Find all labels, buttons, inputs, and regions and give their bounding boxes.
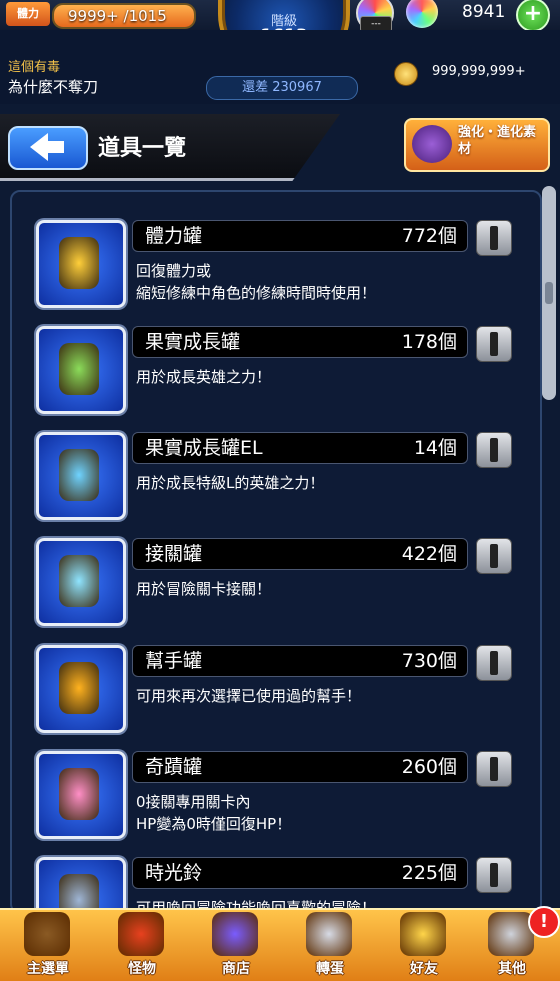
list-item[interactable]: 果實成長罐EL 14個 用於成長特級L的英雄之力！: [22, 430, 522, 530]
rank-remaining: 還差 230967: [206, 76, 358, 100]
nav-item-1[interactable]: 怪物: [96, 908, 188, 979]
item-info-button[interactable]: [476, 857, 512, 893]
user-name: 為什麼不奪刀: [8, 78, 99, 96]
stamina-bar[interactable]: 9999+ /1015: [52, 3, 196, 29]
item-name: 果實成長罐EL: [145, 437, 263, 459]
evolution-materials-label: 強化・進化素材: [458, 125, 537, 157]
other-icon: [488, 912, 534, 956]
page-title: 道具一覽: [98, 136, 187, 161]
nav-item-0[interactable]: 主選單: [2, 908, 94, 979]
item-info-button[interactable]: [476, 432, 512, 468]
info-icon: [490, 438, 498, 462]
orb-icon: [212, 912, 258, 956]
item-count: 772個: [401, 225, 457, 247]
item-icon: [59, 343, 99, 395]
item-name-bar: 果實成長罐EL 14個: [132, 432, 468, 464]
item-count: 422個: [401, 543, 457, 565]
item-name-bar: 體力罐 772個: [132, 220, 468, 252]
orb-count: 8941: [462, 2, 506, 22]
item-icon: [59, 237, 99, 289]
item-name-bar: 奇蹟罐 260個: [132, 751, 468, 783]
list-item[interactable]: 幫手罐 730個 可用來再次選擇已使用過的幫手！: [22, 643, 522, 743]
list-item[interactable]: 奇蹟罐 260個 0接關專用關卡內 HP變為0時僅回復HP！: [22, 749, 522, 849]
item-count: 14個: [413, 437, 457, 459]
item-icon: [59, 555, 99, 607]
item-description: 用於成長英雄之力！: [136, 368, 272, 386]
info-icon: [490, 332, 498, 356]
item-name-bar: 果實成長罐 178個: [132, 326, 468, 358]
item-count: 260個: [401, 756, 457, 778]
back-button[interactable]: [8, 126, 88, 170]
gacha-icon: [306, 912, 352, 956]
nav-label: 商店: [222, 961, 250, 977]
item-info-button[interactable]: [476, 645, 512, 681]
home-icon: [24, 912, 70, 956]
evolution-materials-button[interactable]: 強化・進化素材: [404, 118, 550, 172]
nav-label: 其他: [498, 961, 526, 977]
nav-item-4[interactable]: 好友: [378, 908, 470, 979]
item-name: 奇蹟罐: [145, 756, 203, 778]
item-icon: [59, 662, 99, 714]
list-item[interactable]: 果實成長罐 178個 用於成長英雄之力！: [22, 324, 522, 424]
nav-label: 轉蛋: [316, 961, 344, 977]
item-icon-frame[interactable]: [36, 645, 126, 733]
item-icon-frame[interactable]: [36, 326, 126, 414]
item-info-button[interactable]: [476, 326, 512, 362]
info-icon: [490, 863, 498, 887]
nav-label: 主選單: [27, 961, 69, 977]
item-name-bar: 接關罐 422個: [132, 538, 468, 570]
item-count: 178個: [401, 331, 457, 353]
friends-balloon-icon: [400, 912, 446, 956]
item-name: 時光鈴: [145, 862, 203, 884]
item-count: 730個: [401, 650, 457, 672]
item-description: 回復體力或 縮短修練中角色的修練時間時使用！: [136, 262, 377, 302]
item-name-bar: 時光鈴 225個: [132, 857, 468, 889]
item-info-button[interactable]: [476, 538, 512, 574]
user-title: 這個有毒: [8, 60, 61, 75]
coin-icon: [394, 62, 418, 86]
item-count: 225個: [401, 862, 457, 884]
item-name: 體力罐: [145, 225, 203, 247]
nav-label: 好友: [410, 961, 438, 977]
item-name: 果實成長罐: [145, 331, 241, 353]
item-icon-frame[interactable]: [36, 432, 126, 520]
back-arrow-icon-stem: [46, 141, 64, 153]
item-name-bar: 幫手罐 730個: [132, 645, 468, 677]
item-description: 用於成長特級L的英雄之力！: [136, 474, 325, 492]
scrollbar-grip[interactable]: [545, 282, 553, 304]
item-description: 0接關專用關卡內 HP變為0時僅回復HP！: [136, 793, 292, 833]
item-icon-frame[interactable]: [36, 538, 126, 626]
alert-badge: !: [528, 906, 560, 938]
nav-item-3[interactable]: 轉蛋: [284, 908, 376, 979]
nav-item-2[interactable]: 商店: [190, 908, 282, 979]
item-name: 接關罐: [145, 543, 203, 565]
info-icon: [490, 226, 498, 250]
item-description: 可用來再次選擇已使用過的幫手！: [136, 687, 362, 705]
info-icon: [490, 651, 498, 675]
list-item[interactable]: 體力罐 772個 回復體力或 縮短修練中角色的修練時間時使用！: [22, 218, 522, 318]
list-item[interactable]: 接關罐 422個 用於冒險關卡接關！: [22, 536, 522, 636]
monster-icon: [118, 912, 164, 956]
item-icon-frame[interactable]: [36, 751, 126, 839]
item-icon: [59, 768, 99, 820]
info-icon: [490, 757, 498, 781]
item-name: 幫手罐: [145, 650, 203, 672]
stamina-value: 9999+ /1015: [68, 7, 167, 25]
coin-count: 999,999,999+: [432, 64, 526, 79]
item-info-button[interactable]: [476, 751, 512, 787]
material-icon: [412, 125, 452, 163]
nav-label: 怪物: [128, 961, 156, 977]
item-icon-frame[interactable]: [36, 220, 126, 308]
item-description: 用於冒險關卡接關！: [136, 580, 272, 598]
stamina-label: 體力: [6, 2, 50, 26]
item-icon: [59, 449, 99, 501]
item-info-button[interactable]: [476, 220, 512, 256]
info-icon: [490, 544, 498, 568]
